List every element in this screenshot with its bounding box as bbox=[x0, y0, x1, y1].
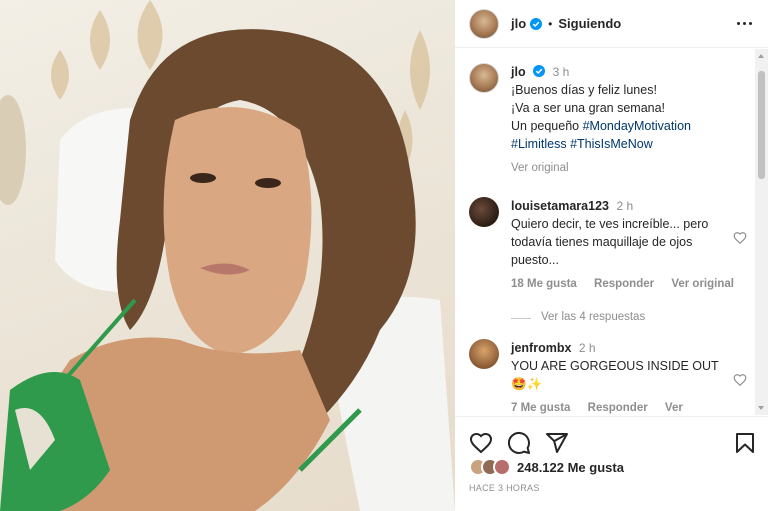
verified-icon bbox=[533, 65, 546, 77]
reply-button[interactable]: Responder bbox=[594, 278, 654, 290]
scroll-thumb[interactable] bbox=[758, 71, 765, 179]
comments-list[interactable]: jlo 3 h ¡Buenos días y feliz lunes! ¡Va … bbox=[455, 49, 755, 415]
caption-time: 3 h bbox=[552, 65, 570, 79]
hashtag-link[interactable]: #MondayMotivation bbox=[583, 119, 691, 133]
caption-username[interactable]: jlo bbox=[511, 65, 526, 79]
commenter-avatar[interactable] bbox=[469, 339, 499, 369]
reply-button[interactable]: Responder bbox=[588, 402, 648, 414]
comment-emojis: 🤩✨ bbox=[511, 377, 543, 391]
commenter-avatar[interactable] bbox=[469, 197, 499, 227]
caption-prefix: Un pequeño bbox=[511, 119, 583, 133]
likes-summary[interactable]: 248.122 Me gusta bbox=[469, 458, 624, 476]
comments-scrollbar[interactable] bbox=[755, 49, 768, 415]
hashtag-link[interactable]: #ThisIsMeNow bbox=[570, 137, 653, 151]
separator-dot: • bbox=[548, 16, 553, 31]
author-avatar[interactable] bbox=[469, 8, 499, 39]
see-original-link[interactable]: Ver original bbox=[671, 278, 734, 290]
liker-avatar bbox=[493, 458, 511, 476]
more-icon[interactable] bbox=[734, 13, 754, 33]
following-button[interactable]: Siguiendo bbox=[558, 16, 621, 31]
post-photo[interactable] bbox=[0, 0, 455, 511]
comment-likes[interactable]: 18 Me gusta bbox=[511, 278, 577, 290]
photo-illustration bbox=[0, 0, 455, 511]
caption-line-2: ¡Va a ser una gran semana! bbox=[511, 101, 666, 115]
comment-time: 2 h bbox=[616, 199, 634, 213]
likes-count[interactable]: 248.122 Me gusta bbox=[517, 460, 624, 475]
hashtag-link[interactable]: #Limitless bbox=[511, 137, 567, 151]
commenter-username[interactable]: louisetamara123 bbox=[511, 199, 609, 213]
caption-line-1: ¡Buenos días y feliz lunes! bbox=[511, 83, 657, 97]
comment-item: jenfrombx 2 h YOU ARE GORGEOUS INSIDE OU… bbox=[469, 339, 755, 415]
post-timestamp: HACE 3 HORAS bbox=[469, 483, 540, 493]
bookmark-icon[interactable] bbox=[733, 431, 757, 455]
comment-time: 2 h bbox=[578, 341, 596, 355]
heart-icon[interactable] bbox=[733, 373, 747, 387]
comment-text: Quiero decir, te ves increíble... pero t… bbox=[511, 217, 709, 267]
comment-icon[interactable] bbox=[507, 431, 531, 455]
scroll-down-arrow[interactable] bbox=[758, 406, 764, 410]
post-header: jlo • Siguiendo bbox=[455, 0, 768, 48]
caption-avatar[interactable] bbox=[469, 63, 499, 93]
caption-line-3: Un pequeño #MondayMotivation bbox=[511, 117, 755, 135]
post-caption: jlo 3 h ¡Buenos días y feliz lunes! ¡Va … bbox=[469, 63, 755, 177]
comment-item: louisetamara123 2 h Quiero decir, te ves… bbox=[469, 197, 755, 293]
comment-text: YOU ARE GORGEOUS INSIDE OUT bbox=[511, 359, 719, 373]
scroll-up-arrow[interactable] bbox=[758, 54, 764, 58]
heart-icon[interactable] bbox=[469, 431, 493, 455]
liker-avatars bbox=[469, 458, 511, 476]
comment-likes[interactable]: 7 Me gusta bbox=[511, 402, 570, 414]
view-replies-link[interactable]: Ver las 4 respuestas bbox=[511, 311, 755, 323]
verified-icon bbox=[530, 17, 543, 30]
heart-icon[interactable] bbox=[733, 231, 747, 245]
see-original-link[interactable]: Ver original bbox=[511, 162, 569, 174]
commenter-username[interactable]: jenfrombx bbox=[511, 341, 571, 355]
post-panel: jlo • Siguiendo jlo 3 h ¡Buenos días y f… bbox=[455, 0, 768, 511]
author-username[interactable]: jlo bbox=[511, 16, 526, 31]
share-icon[interactable] bbox=[545, 431, 569, 455]
